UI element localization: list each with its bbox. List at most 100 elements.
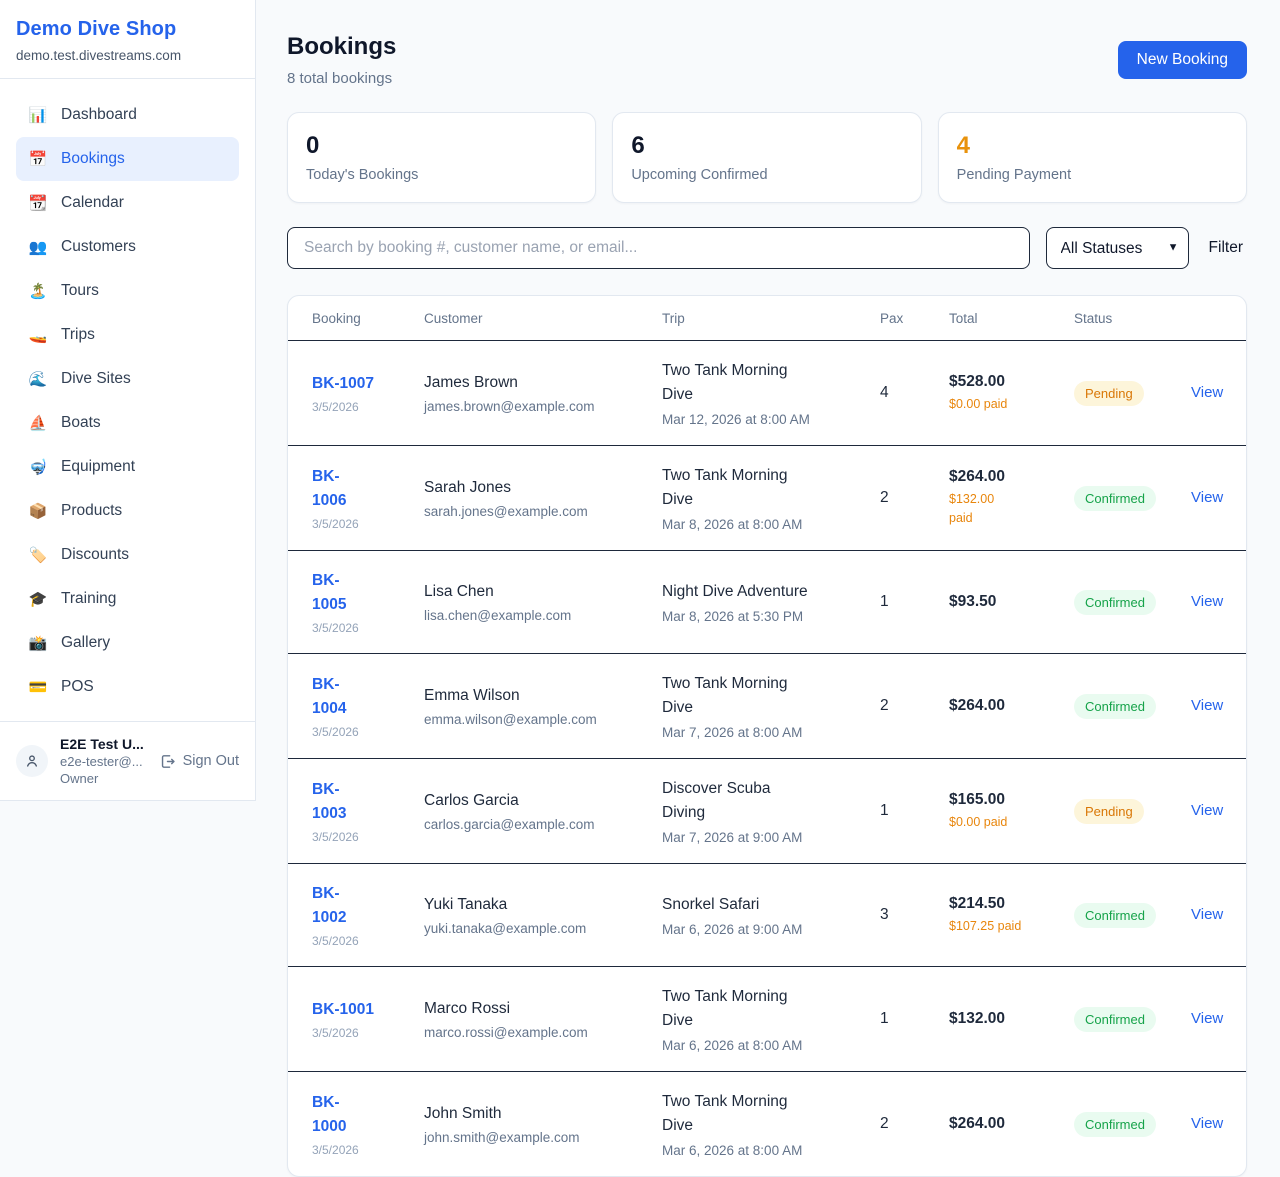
booking-id-link[interactable]: BK-1001 — [312, 998, 408, 1022]
booking-date: 3/5/2026 — [312, 621, 408, 635]
trip-datetime: Mar 12, 2026 at 8:00 AM — [662, 412, 864, 427]
sidebar-item-bookings[interactable]: 📅 Bookings — [16, 137, 239, 181]
view-link[interactable]: View — [1191, 906, 1223, 923]
pax-count: 4 — [880, 384, 933, 402]
total-cell: $264.00 $132.00 paid — [949, 446, 1074, 551]
customer-cell: John Smith john.smith@example.com — [424, 1072, 662, 1177]
customer-cell: Emma Wilson emma.wilson@example.com — [424, 654, 662, 759]
total-cell: $264.00 — [949, 654, 1074, 759]
customer-name: Lisa Chen — [424, 581, 646, 603]
view-link[interactable]: View — [1191, 1010, 1223, 1027]
booking-id-link[interactable]: BK- 1000 — [312, 1091, 408, 1139]
total-cell: $264.00 — [949, 1072, 1074, 1177]
sidebar-item-gallery[interactable]: 📸 Gallery — [16, 621, 239, 665]
booking-id-link[interactable]: BK- 1005 — [312, 569, 408, 617]
total-bookings-count: 8 total bookings — [287, 70, 396, 87]
actions-cell: View — [1191, 654, 1247, 759]
customer-name: Carlos Garcia — [424, 790, 646, 812]
customer-email: marco.rossi@example.com — [424, 1025, 646, 1040]
view-link[interactable]: View — [1191, 384, 1223, 401]
stat-card: 0 Today's Bookings — [287, 112, 596, 203]
paid-amount: $107.25 paid — [949, 917, 1058, 936]
sidebar-item-customers[interactable]: 👥 Customers — [16, 225, 239, 269]
actions-cell: View — [1191, 759, 1247, 864]
total-amount: $264.00 — [949, 468, 1058, 486]
actions-cell: View — [1191, 864, 1247, 967]
main-content: Bookings 8 total bookings New Booking 0 … — [256, 0, 1280, 1177]
pax-cell: 1 — [880, 967, 949, 1072]
total-cell: $528.00 $0.00 paid — [949, 341, 1074, 446]
bookings-table: Booking Customer Trip Pax Total Status B… — [288, 296, 1247, 1176]
trip-cell: Two Tank Morning Dive Mar 8, 2026 at 8:0… — [662, 446, 880, 551]
sidebar-item-discounts[interactable]: 🏷️ Discounts — [16, 533, 239, 577]
sign-out-button[interactable]: Sign Out — [159, 753, 239, 770]
sidebar-item-equipment[interactable]: 🤿 Equipment — [16, 445, 239, 489]
new-booking-button[interactable]: New Booking — [1118, 41, 1247, 79]
status-cell: Confirmed — [1074, 551, 1191, 654]
sidebar-item-training[interactable]: 🎓 Training — [16, 577, 239, 621]
pax-count: 1 — [880, 1010, 933, 1028]
sidebar-item-pos[interactable]: 💳 POS — [16, 665, 239, 709]
graduation-cap-icon: 🎓 — [28, 590, 48, 608]
customer-cell: James Brown james.brown@example.com — [424, 341, 662, 446]
user-name: E2E Test U... — [60, 736, 158, 752]
trip-name: Night Dive Adventure — [662, 580, 864, 604]
customer-cell: Sarah Jones sarah.jones@example.com — [424, 446, 662, 551]
sidebar-item-dive-sites[interactable]: 🌊 Dive Sites — [16, 357, 239, 401]
pax-count: 1 — [880, 802, 933, 820]
total-amount: $93.50 — [949, 593, 1058, 611]
trip-cell: Two Tank Morning Dive Mar 6, 2026 at 8:0… — [662, 967, 880, 1072]
search-input[interactable] — [287, 227, 1030, 269]
avatar — [16, 745, 48, 777]
trip-name: Two Tank Morning Dive — [662, 672, 864, 720]
total-cell: $93.50 — [949, 551, 1074, 654]
booking-date: 3/5/2026 — [312, 1143, 408, 1157]
customer-email: james.brown@example.com — [424, 399, 646, 414]
sidebar-item-boats[interactable]: ⛵ Boats — [16, 401, 239, 445]
actions-cell: View — [1191, 551, 1247, 654]
view-link[interactable]: View — [1191, 489, 1223, 506]
sidebar-item-calendar[interactable]: 📆 Calendar — [16, 181, 239, 225]
customer-cell: Lisa Chen lisa.chen@example.com — [424, 551, 662, 654]
user-info: E2E Test U... e2e-tester@... Owner — [60, 736, 158, 786]
stat-value: 4 — [957, 132, 1228, 160]
filter-button[interactable]: Filter — [1205, 239, 1247, 257]
total-cell: $165.00 $0.00 paid — [949, 759, 1074, 864]
customer-cell: Yuki Tanaka yuki.tanaka@example.com — [424, 864, 662, 967]
stats-row: 0 Today's Bookings 6 Upcoming Confirmed … — [287, 112, 1247, 203]
paid-amount: $132.00 paid — [949, 490, 1058, 528]
package-icon: 📦 — [28, 502, 48, 520]
table-row: BK- 1000 3/5/2026 John Smith john.smith@… — [288, 1072, 1247, 1177]
booking-cell: BK- 1005 3/5/2026 — [288, 551, 424, 654]
status-select[interactable]: All Statuses — [1046, 227, 1189, 269]
customer-name: Emma Wilson — [424, 685, 646, 707]
trip-cell: Night Dive Adventure Mar 8, 2026 at 5:30… — [662, 551, 880, 654]
sidebar-item-tours[interactable]: 🏝️ Tours — [16, 269, 239, 313]
paid-amount: $0.00 paid — [949, 813, 1058, 832]
wave-icon: 🌊 — [28, 370, 48, 388]
page-header: Bookings 8 total bookings New Booking — [287, 33, 1247, 87]
sidebar-item-dashboard[interactable]: 📊 Dashboard — [16, 93, 239, 137]
booking-id-link[interactable]: BK- 1004 — [312, 673, 408, 721]
view-link[interactable]: View — [1191, 593, 1223, 610]
pax-cell: 4 — [880, 341, 949, 446]
table-row: BK- 1002 3/5/2026 Yuki Tanaka yuki.tanak… — [288, 864, 1247, 967]
view-link[interactable]: View — [1191, 697, 1223, 714]
booking-id-link[interactable]: BK- 1006 — [312, 465, 408, 513]
booking-cell: BK- 1000 3/5/2026 — [288, 1072, 424, 1177]
customer-name: James Brown — [424, 372, 646, 394]
booking-id-link[interactable]: BK- 1003 — [312, 778, 408, 826]
view-link[interactable]: View — [1191, 802, 1223, 819]
bar-chart-icon: 📊 — [28, 106, 48, 124]
sidebar-item-products[interactable]: 📦 Products — [16, 489, 239, 533]
booking-cell: BK-1007 3/5/2026 — [288, 341, 424, 446]
status-cell: Pending — [1074, 341, 1191, 446]
booking-id-link[interactable]: BK-1007 — [312, 372, 408, 396]
credit-card-icon: 💳 — [28, 678, 48, 696]
booking-id-link[interactable]: BK- 1002 — [312, 882, 408, 930]
camera-icon: 📸 — [28, 634, 48, 652]
view-link[interactable]: View — [1191, 1115, 1223, 1132]
status-cell: Confirmed — [1074, 967, 1191, 1072]
sidebar-item-trips[interactable]: 🚤 Trips — [16, 313, 239, 357]
trip-datetime: Mar 7, 2026 at 9:00 AM — [662, 830, 864, 845]
